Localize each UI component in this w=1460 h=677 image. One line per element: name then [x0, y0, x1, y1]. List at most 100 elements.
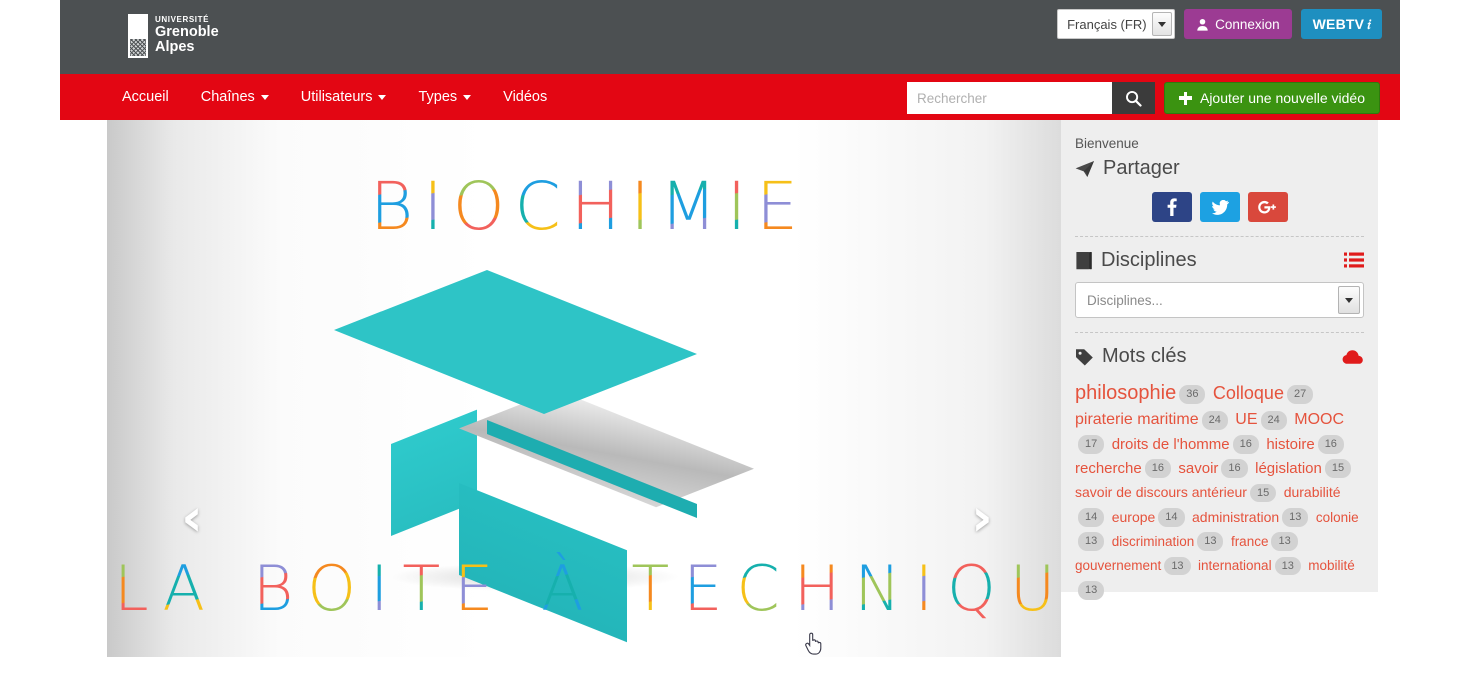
tag-icon [1076, 348, 1093, 365]
title-letter: I [423, 168, 443, 245]
keyword-count-badge: 13 [1271, 532, 1298, 552]
nav-item-label: Chaînes [200, 89, 255, 105]
keyword-tag[interactable]: france [1231, 534, 1269, 549]
keyword-tag[interactable]: piraterie maritime [1075, 411, 1199, 428]
chevron-down-icon[interactable] [1152, 12, 1173, 36]
keyword-count-badge: 14 [1158, 508, 1185, 527]
nav-item-videos[interactable]: Vidéos [503, 89, 547, 105]
title-letter: T [402, 552, 441, 625]
keyword-tag[interactable]: recherche [1075, 460, 1142, 477]
box-illustration [334, 270, 754, 643]
login-button-label: Connexion [1215, 16, 1280, 32]
keyword-tag[interactable]: droits de l'homme [1112, 436, 1230, 453]
keyword-tag[interactable]: législation [1255, 460, 1322, 477]
sidebar: Bienvenue Partager Disciplines Disciplin… [1061, 120, 1378, 600]
video-carousel[interactable]: BIOCHIMIE LA BOITE À TECHNIQUES Biochimi… [107, 120, 1061, 657]
carousel-next-arrow[interactable]: › [959, 492, 1005, 544]
keyword-tag[interactable]: europe [1112, 509, 1156, 525]
disciplines-section-header: Disciplines [1075, 249, 1364, 272]
disciplines-title: Disciplines [1101, 249, 1197, 271]
search-icon [1126, 90, 1142, 107]
keyword-count-badge: 14 [1078, 508, 1105, 527]
keyword-count-badge: 16 [1232, 435, 1259, 454]
logo-line-alpes: Alpes [155, 39, 195, 56]
title-letter: B [252, 552, 294, 625]
keyword-tag[interactable]: colonie [1316, 510, 1359, 525]
keyword-tag[interactable]: discrimination [1112, 534, 1195, 549]
nav-item-accueil[interactable]: Accueil [122, 89, 169, 105]
keyword-count-badge: 13 [1197, 532, 1224, 552]
logo-line-grenoble: Grenoble [155, 23, 219, 40]
disciplines-select[interactable]: Disciplines... [1075, 282, 1364, 318]
search-input[interactable] [907, 82, 1112, 114]
keyword-tag[interactable]: histoire [1266, 436, 1314, 453]
title-space [219, 552, 239, 625]
nav-item-label: Types [418, 89, 458, 105]
keyword-tag[interactable]: international [1198, 558, 1272, 573]
share-section-header: Partager [1075, 157, 1364, 180]
title-space [507, 552, 527, 625]
title-letter: U [1009, 552, 1056, 625]
mouse-cursor-pointer [805, 632, 822, 655]
list-icon[interactable] [1344, 252, 1364, 269]
title-letter: O [452, 168, 505, 245]
facebook-share-button[interactable] [1151, 192, 1192, 222]
keyword-count-badge: 13 [1078, 532, 1105, 552]
keyword-tag[interactable]: MOOC [1294, 411, 1344, 428]
nav-item-chaines[interactable]: Chaînes [201, 89, 269, 105]
keyword-tag[interactable]: Colloque [1213, 383, 1284, 403]
nav-item-label: Accueil [122, 89, 169, 105]
plus-icon [1178, 91, 1192, 105]
title-space [598, 552, 618, 625]
login-button[interactable]: Connexion [1184, 9, 1292, 39]
slide-title-top: BIOCHIMIE [107, 168, 1061, 245]
chevron-down-icon [378, 94, 387, 100]
disciplines-select-placeholder: Disciplines... [1087, 292, 1163, 308]
twitter-share-button[interactable] [1199, 192, 1240, 222]
keyword-tag[interactable]: savoir de discours antérieur [1075, 484, 1247, 500]
chevron-down-icon[interactable] [1338, 286, 1360, 314]
title-letter: B [370, 168, 414, 245]
title-letter: L [114, 552, 149, 625]
keyword-tag[interactable]: UE [1235, 411, 1257, 428]
keyword-count-badge: 24 [1260, 410, 1287, 430]
search-button[interactable] [1112, 82, 1155, 114]
keyword-tag[interactable]: savoir [1178, 460, 1218, 477]
keyword-tag[interactable]: mobilité [1308, 558, 1355, 573]
nav-item-types[interactable]: Types [418, 89, 472, 105]
google-plus-icon [1258, 200, 1276, 213]
google-plus-share-button[interactable] [1247, 192, 1288, 222]
keyword-count-badge: 13 [1164, 556, 1191, 576]
keyword-count-badge: 13 [1274, 556, 1301, 576]
site-logo[interactable]: UNIVERSITÉ Grenoble Alpes [128, 14, 219, 58]
language-select[interactable]: Français (FR) [1057, 9, 1176, 39]
add-video-button[interactable]: Ajouter une nouvelle vidéo [1163, 82, 1380, 114]
keyword-tag[interactable]: durabilité [1284, 484, 1341, 500]
header-actions: Français (FR) Connexion WEBTV 𝔦 [1057, 9, 1382, 39]
share-paper-plane-icon [1075, 160, 1094, 177]
keyword-tag[interactable]: philosophie [1075, 382, 1176, 404]
nav-item-utilisateurs[interactable]: Utilisateurs [301, 89, 387, 105]
facebook-icon [1167, 198, 1177, 216]
webtv-button[interactable]: WEBTV 𝔦 [1300, 9, 1382, 39]
cloud-icon[interactable] [1342, 349, 1364, 365]
keyword-count-badge: 16 [1144, 459, 1171, 479]
top-header-bar: UNIVERSITÉ Grenoble Alpes Français (FR) … [60, 0, 1400, 74]
nav-links: Accueil Chaînes Utilisateurs Types Vidéo… [122, 74, 547, 120]
main-navigation-bar: Accueil Chaînes Utilisateurs Types Vidéo… [60, 74, 1400, 120]
title-letter: M [659, 168, 717, 245]
chevron-down-icon [463, 94, 472, 100]
search-form [907, 82, 1155, 114]
keyword-tag[interactable]: administration [1192, 509, 1279, 525]
nav-item-label: Vidéos [503, 89, 548, 105]
carousel-prev-arrow[interactable]: ‹ [169, 492, 215, 544]
title-letter: I [630, 168, 650, 245]
keyword-count-badge: 27 [1286, 385, 1314, 405]
add-video-label: Ajouter une nouvelle vidéo [1199, 90, 1365, 106]
page-root: UNIVERSITÉ Grenoble Alpes Français (FR) … [0, 0, 1460, 677]
welcome-text: Bienvenue [1075, 136, 1139, 151]
title-letter: I [914, 552, 933, 625]
divider [1075, 332, 1364, 333]
keyword-tag[interactable]: gouvernement [1075, 558, 1161, 573]
uga-logo-icon [128, 14, 148, 58]
